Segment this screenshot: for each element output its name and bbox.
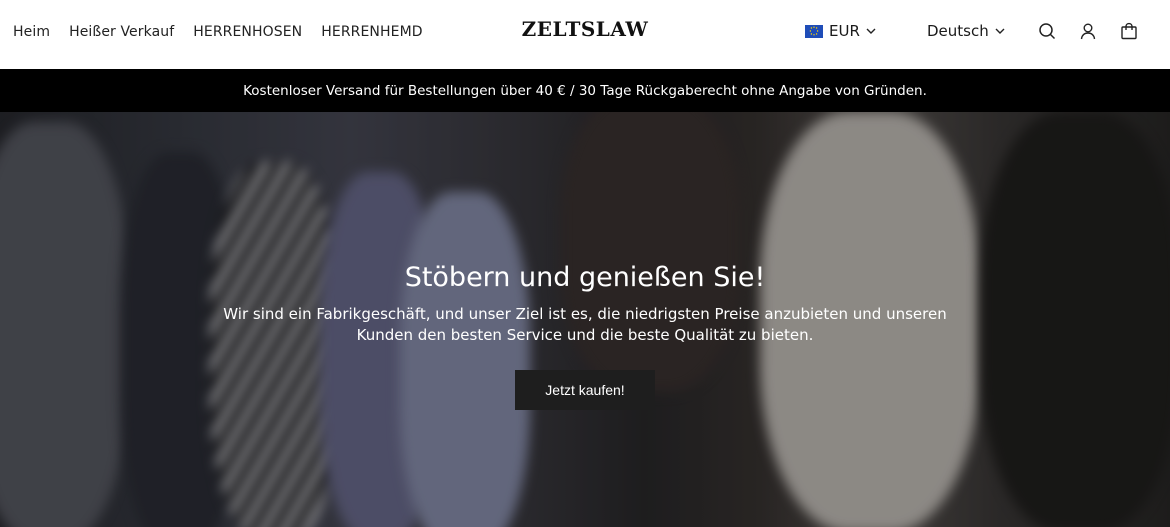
eu-flag-icon: [805, 24, 823, 38]
search-icon[interactable]: [1037, 21, 1057, 41]
hero-banner: Stöbern und genießen Sie! Wir sind ein F…: [0, 112, 1170, 527]
hero-title: Stöbern und genießen Sie!: [404, 262, 766, 293]
chevron-down-icon: [866, 28, 876, 34]
shop-now-button[interactable]: Jetzt kaufen!: [515, 370, 655, 410]
hero-description: Wir sind ein Fabrikgeschäft, und unser Z…: [223, 305, 947, 344]
nav-item-heisser-verkauf[interactable]: Heißer Verkauf: [69, 24, 174, 40]
announcement-bar: Kostenloser Versand für Bestellungen übe…: [0, 69, 1170, 112]
nav-item-herrenhemd[interactable]: HERRENHEMD: [321, 24, 422, 40]
account-icon[interactable]: [1078, 21, 1098, 41]
nav-item-herrenhosen[interactable]: HERRENHOSEN: [193, 24, 302, 40]
hero-content: Stöbern und genießen Sie! Wir sind ein F…: [0, 262, 1170, 410]
currency-selector[interactable]: EUR: [805, 22, 876, 40]
header-icons: [1037, 21, 1139, 41]
currency-label: EUR: [829, 22, 860, 40]
nav-item-heim[interactable]: Heim: [13, 24, 50, 40]
cart-icon[interactable]: [1119, 21, 1139, 41]
language-label: Deutsch: [927, 22, 989, 40]
site-header: Heim Heißer Verkauf HERRENHOSEN HERRENHE…: [0, 0, 1170, 69]
store-logo[interactable]: ZELTSLAW: [522, 17, 649, 41]
chevron-down-icon: [995, 28, 1005, 34]
announcement-text: Kostenloser Versand für Bestellungen übe…: [243, 82, 927, 99]
language-selector[interactable]: Deutsch: [927, 22, 1005, 40]
main-nav: Heim Heißer Verkauf HERRENHOSEN HERRENHE…: [13, 0, 423, 64]
